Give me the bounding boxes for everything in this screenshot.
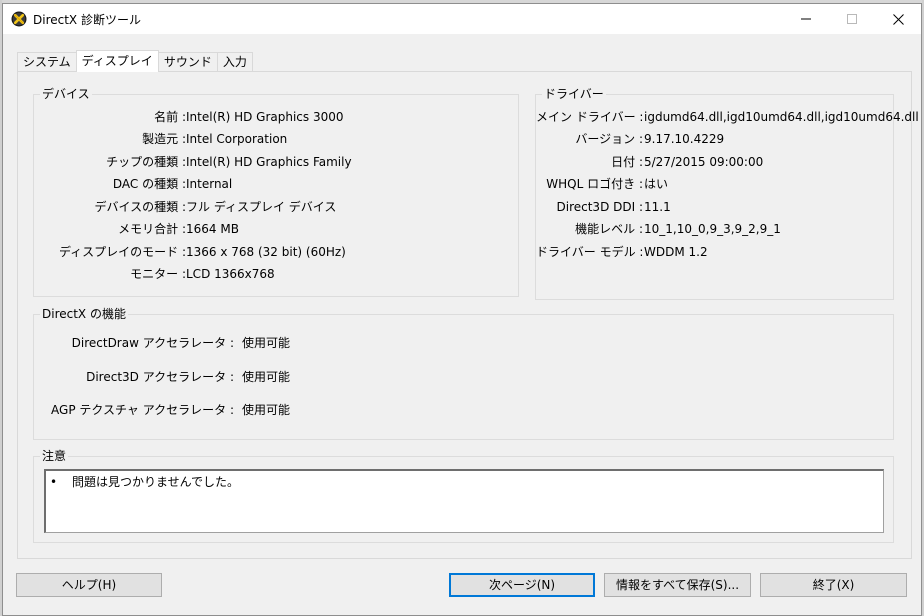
driver-main-driver-value: igdumd64.dll,igd10umd64.dll,igd10umd64.d… [644,110,919,124]
driver-date-label: 日付 : [611,155,643,169]
device-row-monitor: モニター : LCD 1366x768 [34,266,514,282]
tab-input[interactable]: 入力 [216,52,253,72]
device-name-value: Intel(R) HD Graphics 3000 [186,110,344,124]
device-row-device-type: デバイスの種類 : フル ディスプレイ デバイス [34,199,514,215]
driver-driver-model-label: ドライバー モデル : [536,245,644,259]
device-group: デバイス 名前 : Intel(R) HD Graphics 3000 製造元 … [33,87,519,297]
driver-group-title: ドライバー [542,87,606,101]
device-dac-type-label: DAC の種類 : [112,177,186,191]
device-manufacturer-value: Intel Corporation [186,132,288,146]
tab-sound[interactable]: サウンド [157,52,218,72]
driver-date-value: 5/27/2015 09:00:00 [644,155,764,169]
device-row-chip-type: チップの種類 : Intel(R) HD Graphics Family [34,154,514,170]
next-page-button[interactable]: 次ページ(N) [449,573,595,597]
device-monitor-label: モニター : [130,267,186,281]
device-chip-type-label: チップの種類 : [106,155,186,169]
directx-features-group: DirectX の機能 DirectDraw アクセラレータ : 使用可能 Di… [33,307,894,440]
tab-display[interactable]: ディスプレイ [75,50,159,72]
driver-whql-value: はい [644,177,669,191]
window-title: DirectX 診断ツール [33,13,141,27]
feature-row-direct3d: Direct3D アクセラレータ : 使用可能 [34,369,434,385]
close-icon [892,13,904,25]
driver-group: ドライバー メイン ドライバー : igdumd64.dll,igd10umd6… [535,87,919,300]
feature-row-agp: AGP テクスチャ アクセラレータ : 使用可能 [34,402,434,418]
device-name-label: 名前 : [154,110,186,124]
driver-row-date: 日付 : 5/27/2015 09:00:00 [536,154,891,170]
device-row-total-memory: メモリ合計 : 1664 MB [34,221,514,237]
tab-system[interactable]: システム [17,52,77,72]
maximize-icon [847,14,857,24]
driver-feature-levels-value: 10_1,10_0,9_3,9_2,9_1 [644,222,781,236]
close-button[interactable] [875,4,921,34]
device-total-memory-value: 1664 MB [186,222,239,236]
device-monitor-value: LCD 1366x768 [186,267,275,281]
driver-whql-label: WHQL ロゴ付き : [546,177,643,191]
minimize-icon [801,18,811,20]
maximize-button[interactable] [829,4,875,34]
feature-agp-label: AGP テクスチャ アクセラレータ : [51,403,234,417]
notes-group-title: 注意 [40,449,69,463]
driver-row-version: バージョン : 9.17.10.4229 [536,131,891,147]
dxdiag-window: DirectX 診断ツール システム ディスプレイ サウンド 入力 デバイス 名… [2,3,922,616]
driver-driver-model-value: WDDM 1.2 [644,245,708,259]
help-button[interactable]: ヘルプ(H) [16,573,162,597]
device-group-title: デバイス [40,87,92,101]
driver-d3d-ddi-value: 11.1 [644,200,671,214]
driver-row-d3d-ddi: Direct3D DDI : 11.1 [536,199,891,215]
device-manufacturer-label: 製造元 : [142,132,186,146]
device-dac-type-value: Internal [186,177,233,191]
feature-directdraw-value: 使用可能 [242,336,291,350]
feature-row-directdraw: DirectDraw アクセラレータ : 使用可能 [34,335,434,351]
driver-feature-levels-label: 機能レベル : [575,222,643,236]
feature-directdraw-label: DirectDraw アクセラレータ : [71,336,234,350]
driver-version-label: バージョン : [575,132,643,146]
note-item: • 問題は見つかりませんでした。 [50,475,239,489]
notes-textbox[interactable]: • 問題は見つかりませんでした。 [44,469,884,533]
driver-d3d-ddi-label: Direct3D DDI : [556,200,644,214]
title-bar[interactable]: DirectX 診断ツール [3,4,921,34]
device-device-type-value: フル ディスプレイ デバイス [186,200,337,214]
display-tab-panel: デバイス 名前 : Intel(R) HD Graphics 3000 製造元 … [17,71,919,559]
driver-main-driver-label: メイン ドライバー : [536,110,644,124]
note-text: 問題は見つかりませんでした。 [72,475,240,489]
tab-strip: システム ディスプレイ サウンド 入力 [17,50,253,72]
device-row-name: 名前 : Intel(R) HD Graphics 3000 [34,109,514,125]
driver-row-feature-levels: 機能レベル : 10_1,10_0,9_3,9_2,9_1 [536,221,891,237]
minimize-button[interactable] [783,4,829,34]
feature-agp-value: 使用可能 [242,403,291,417]
note-bullet: • [50,475,58,489]
feature-direct3d-label: Direct3D アクセラレータ : [86,370,234,384]
driver-row-whql: WHQL ロゴ付き : はい [536,176,891,192]
notes-group: 注意 • 問題は見つかりませんでした。 [33,449,894,543]
device-chip-type-value: Intel(R) HD Graphics Family [186,155,352,169]
device-device-type-label: デバイスの種類 : [94,200,187,214]
exit-button[interactable]: 終了(X) [760,573,907,597]
feature-direct3d-value: 使用可能 [242,370,291,384]
driver-row-main-driver: メイン ドライバー : igdumd64.dll,igd10umd64.dll,… [536,109,919,125]
directx-features-group-title: DirectX の機能 [40,307,128,321]
device-row-manufacturer: 製造元 : Intel Corporation [34,131,514,147]
directx-x-icon [11,11,27,27]
device-row-display-mode: ディスプレイのモード : 1366 x 768 (32 bit) (60Hz) [34,244,514,260]
driver-row-driver-model: ドライバー モデル : WDDM 1.2 [536,244,891,260]
device-display-mode-value: 1366 x 768 (32 bit) (60Hz) [186,245,346,259]
device-total-memory-label: メモリ合計 : [118,222,186,236]
device-row-dac-type: DAC の種類 : Internal [34,176,514,192]
driver-version-value: 9.17.10.4229 [644,132,725,146]
device-display-mode-label: ディスプレイのモード : [58,245,186,259]
save-all-information-button[interactable]: 情報をすべて保存(S)... [604,573,751,597]
